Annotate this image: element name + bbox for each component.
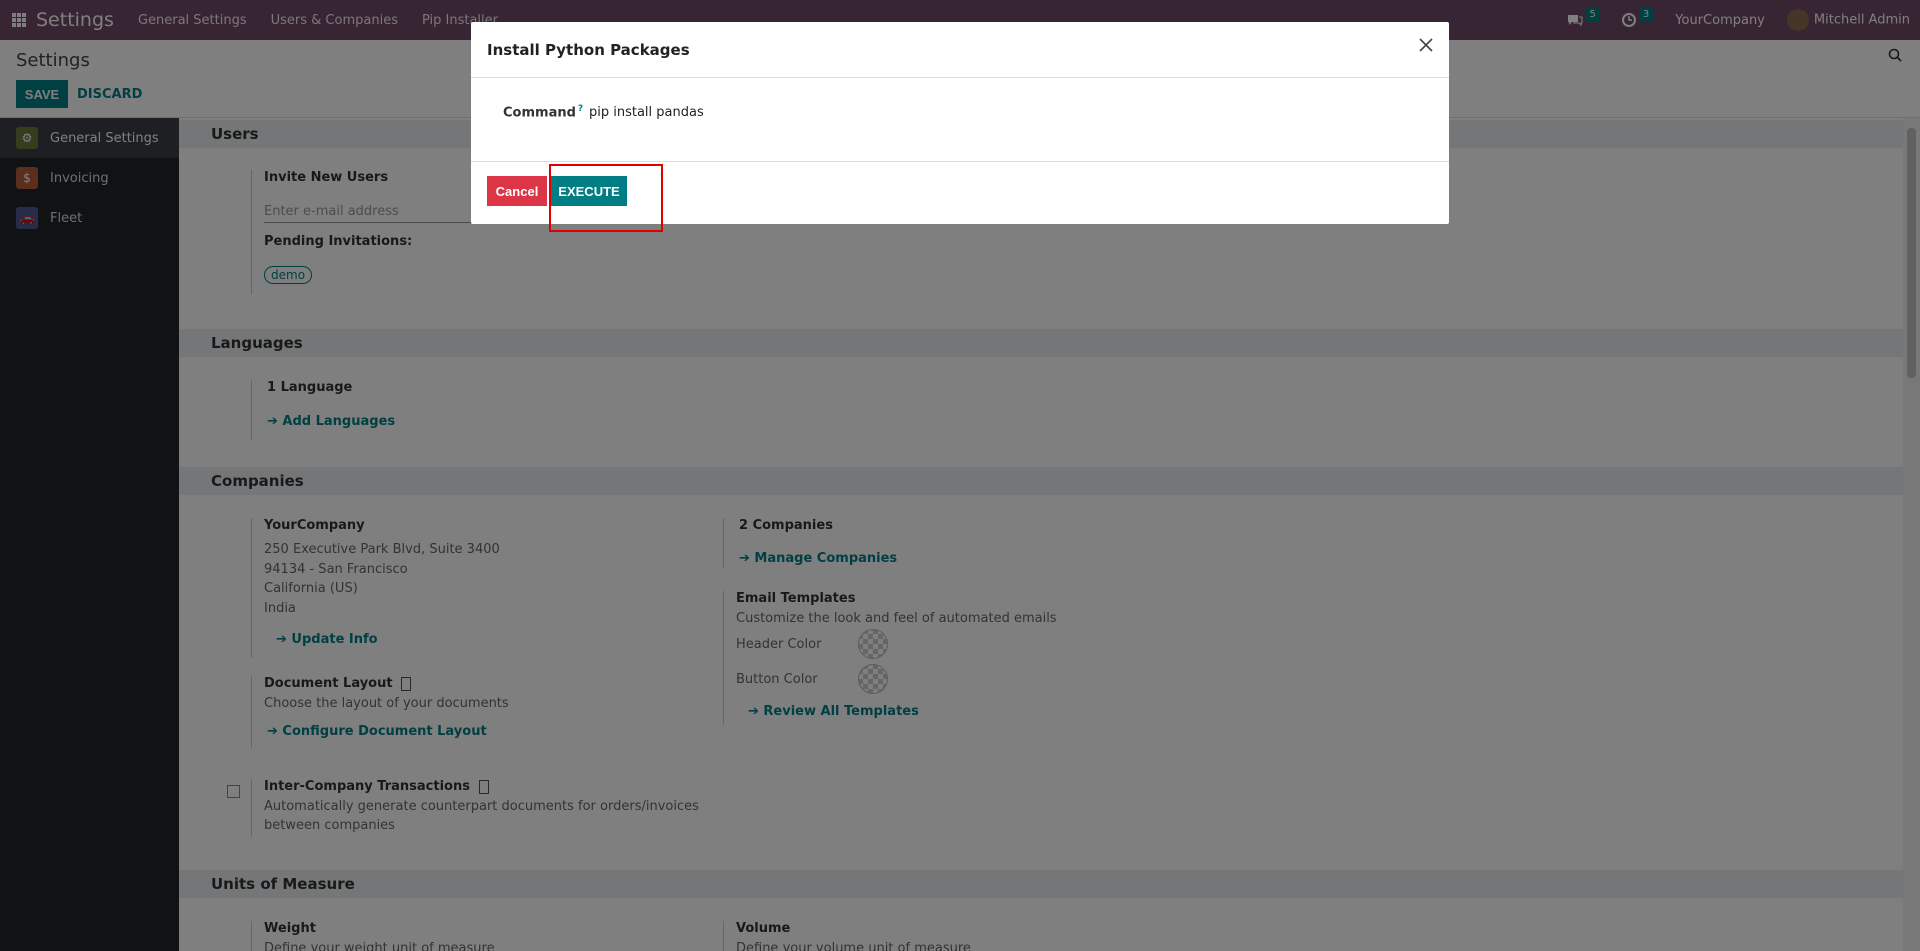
command-label-text: Command xyxy=(503,105,576,121)
execute-highlight-box xyxy=(549,164,663,232)
dialog-title: Install Python Packages xyxy=(471,22,1449,78)
cancel-button[interactable]: Cancel xyxy=(487,176,547,206)
command-label: Command? xyxy=(503,104,583,120)
help-tooltip-icon[interactable]: ? xyxy=(578,104,583,114)
dialog-body: Command? pip install pandas xyxy=(471,78,1449,162)
command-field[interactable]: pip install pandas xyxy=(589,105,704,120)
close-icon[interactable] xyxy=(1417,36,1435,54)
